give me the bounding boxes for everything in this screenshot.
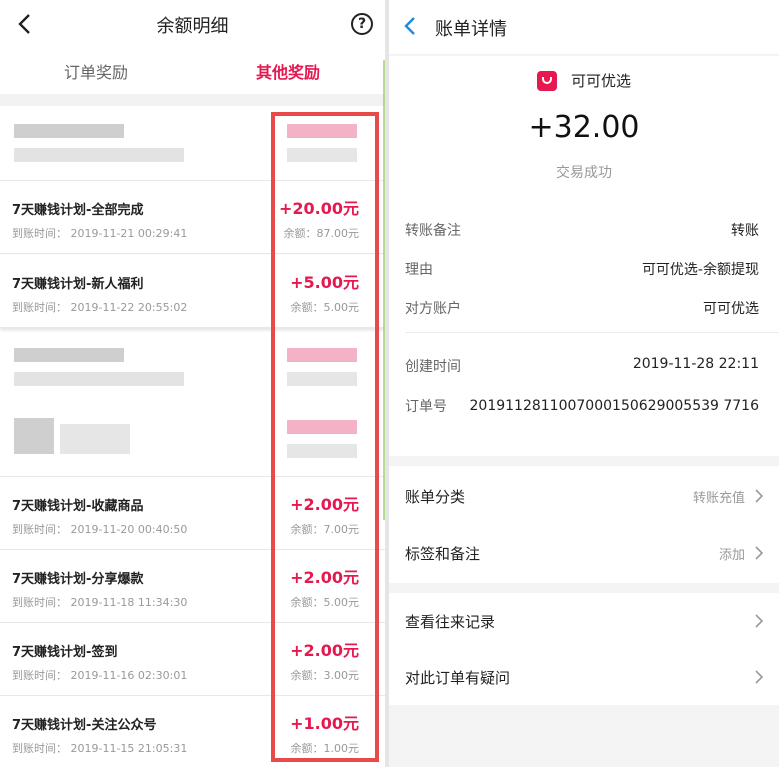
bill-category-row[interactable]: 账单分类 转账充值 [389, 468, 779, 524]
bill-links-section: 查看往来记录 对此订单有疑问 [389, 593, 779, 705]
reward-time: 到账时间： 2019-11-15 21:05:31 [12, 742, 188, 755]
detail-key: 订单号 [405, 399, 447, 415]
detail-key: 转账备注 [405, 223, 461, 239]
back-arrow-icon[interactable] [403, 16, 417, 36]
chevron-right-icon [755, 614, 764, 628]
detail-value: 2019-11-28 22:11 [632, 356, 759, 372]
transaction-status: 交易成功 [556, 165, 612, 181]
reward-title: 7天赚钱计划-全部完成 [12, 203, 144, 218]
merchant-name: 可可优选 [570, 72, 631, 90]
blurred-time [14, 148, 184, 162]
reward-time: 到账时间： 2019-11-18 11:34:30 [12, 596, 188, 609]
left-header: 余额明细 ? [0, 0, 385, 50]
highlight-box [271, 112, 379, 762]
right-header: 账单详情 [389, 0, 779, 54]
merchant-logo-icon [536, 70, 557, 91]
blurred-title [14, 348, 124, 362]
blurred-time [60, 424, 130, 454]
reward-title: 7天赚钱计划-分享爆款 [12, 572, 144, 587]
page-title: 账单详情 [435, 19, 507, 40]
question-label: 对此订单有疑问 [405, 669, 511, 687]
tab-divider [0, 94, 385, 106]
help-icon[interactable]: ? [351, 13, 373, 35]
reward-title: 7天赚钱计划-收藏商品 [12, 499, 144, 514]
reward-title: 7天赚钱计划-签到 [12, 645, 118, 660]
reward-tabs: 订单奖励 其他奖励 [0, 52, 385, 88]
chevron-right-icon [755, 489, 764, 503]
reward-time: 到账时间： 2019-11-22 20:55:02 [12, 301, 188, 314]
detail-value: 转账 [731, 223, 759, 239]
history-label: 查看往来记录 [405, 613, 496, 631]
merchant: 可可优选 [389, 70, 779, 91]
bill-category-label: 账单分类 [405, 488, 466, 506]
detail-key: 理由 [405, 262, 433, 278]
reward-title: 7天赚钱计划-新人福利 [12, 277, 144, 292]
reward-time: 到账时间： 2019-11-20 00:40:50 [12, 523, 188, 536]
tags-notes-row[interactable]: 标签和备注 添加 [389, 525, 779, 581]
chevron-right-icon [755, 670, 764, 684]
page-title: 余额明细 [156, 16, 229, 37]
blurred-title [14, 418, 54, 454]
detail-key: 对方账户 [405, 301, 461, 317]
bill-summary-card: 可可优选 +32.00 交易成功 转账备注 转账 理由 可可优选-余额提现 对方… [389, 56, 779, 456]
chevron-right-icon [755, 546, 764, 560]
divider [405, 332, 779, 333]
reward-balance-panel: 余额明细 ? 订单奖励 其他奖励 7天赚钱计划-全部完成 到账时间： 2019-… [0, 0, 385, 767]
detail-value: 可可优选 [703, 301, 759, 317]
reward-title: 7天赚钱计划-关注公众号 [12, 718, 157, 733]
question-row[interactable]: 对此订单有疑问 [389, 649, 779, 705]
detail-value: 可可优选-余额提现 [641, 262, 759, 278]
reward-time: 到账时间： 2019-11-21 00:29:41 [12, 227, 188, 240]
tags-notes-value: 添加 [718, 548, 745, 563]
blurred-time [14, 372, 184, 386]
tab-other-rewards[interactable]: 其他奖励 [256, 59, 320, 83]
transaction-amount: +32.00 [528, 110, 640, 145]
blurred-title [14, 124, 124, 138]
order-number: 2019112811007000150629005539 7716 [469, 398, 759, 414]
tab-order-rewards[interactable]: 订单奖励 [64, 59, 128, 83]
bill-actions-section: 账单分类 转账充值 标签和备注 添加 [389, 466, 779, 583]
history-row[interactable]: 查看往来记录 [389, 593, 779, 649]
detail-key: 创建时间 [405, 359, 461, 375]
tags-notes-label: 标签和备注 [405, 545, 481, 563]
bill-detail-panel: 账单详情 可可优选 +32.00 交易成功 转账备注 转账 理由 可可优选-余额… [389, 0, 779, 767]
bill-category-value: 转账充值 [692, 491, 745, 506]
reward-time: 到账时间： 2019-11-16 02:30:01 [12, 669, 188, 682]
